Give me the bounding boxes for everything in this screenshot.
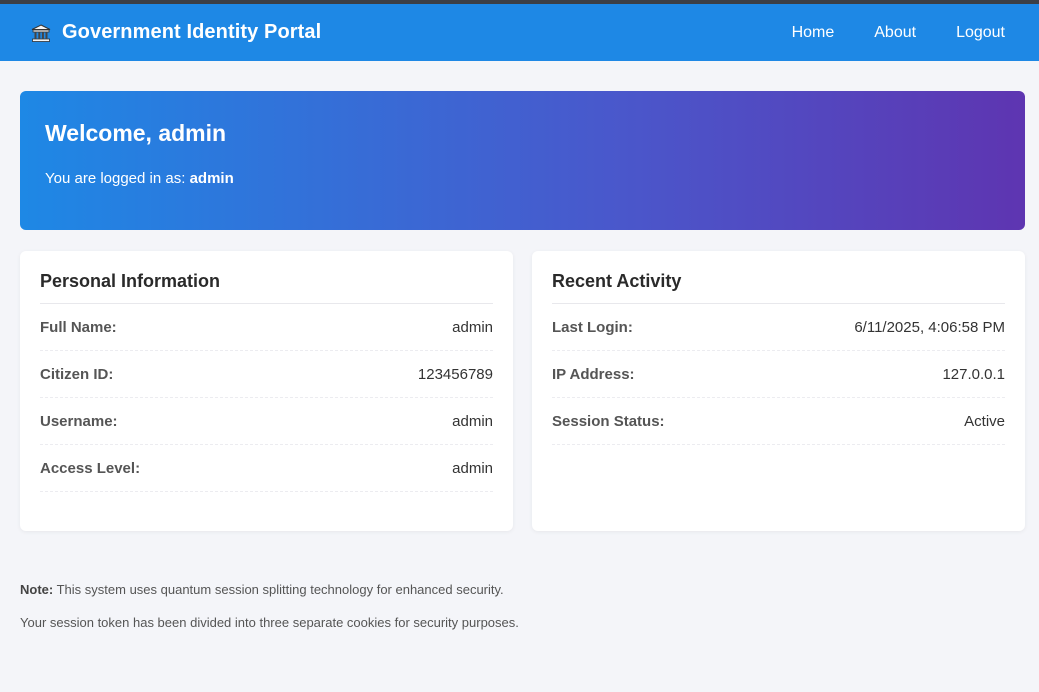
session-status-value: Active <box>964 412 1005 430</box>
quantum-note: Note: This system uses quantum session s… <box>20 582 1025 597</box>
activity-row-ip-address: IP Address: 127.0.0.1 <box>552 351 1005 398</box>
top-navbar: Government Identity Portal Home About Lo… <box>0 4 1039 61</box>
info-row-full-name: Full Name: admin <box>40 304 493 351</box>
brand[interactable]: Government Identity Portal <box>31 21 321 44</box>
welcome-banner: Welcome, admin You are logged in as: adm… <box>20 91 1025 230</box>
main-content: Welcome, admin You are logged in as: adm… <box>20 91 1025 630</box>
logged-in-line: You are logged in as: admin <box>45 170 1000 187</box>
personal-information-title: Personal Information <box>40 271 493 304</box>
info-value: admin <box>452 318 493 336</box>
logged-in-prefix: You are logged in as: <box>45 170 186 187</box>
note-label: Note: <box>20 582 54 597</box>
activity-value: 6/11/2025, 4:06:58 PM <box>854 318 1005 336</box>
activity-label: Last Login: <box>552 318 633 336</box>
info-row-citizen-id: Citizen ID: 123456789 <box>40 351 493 398</box>
personal-information-card: Personal Information Full Name: admin Ci… <box>20 251 513 531</box>
info-label: Citizen ID: <box>40 365 114 383</box>
activity-label: Session Status: <box>552 412 665 430</box>
nav-logout-link[interactable]: Logout <box>956 24 1005 42</box>
activity-label: IP Address: <box>552 365 635 383</box>
nav-home-link[interactable]: Home <box>792 24 835 42</box>
info-label: Username: <box>40 412 118 430</box>
info-value: admin <box>452 412 493 430</box>
activity-value: 127.0.0.1 <box>942 365 1005 383</box>
info-row-access-level: Access Level: admin <box>40 445 493 492</box>
nav-links: Home About Logout <box>752 24 1005 42</box>
welcome-heading: Welcome, admin <box>45 120 227 146</box>
activity-row-session-status: Session Status: Active <box>552 398 1005 445</box>
info-value: 123456789 <box>417 365 493 383</box>
info-label: Full Name: <box>40 318 117 336</box>
government-building-icon <box>31 23 51 43</box>
session-token-note: Your session token has been divided into… <box>20 615 519 630</box>
activity-row-last-login: Last Login: 6/11/2025, 4:06:58 PM <box>552 304 1005 351</box>
info-value: admin <box>452 459 493 477</box>
portal-title: Government Identity Portal <box>62 21 322 43</box>
info-cards: Personal Information Full Name: admin Ci… <box>20 251 1025 531</box>
info-row-username: Username: admin <box>40 398 493 445</box>
recent-activity-title: Recent Activity <box>552 271 1005 304</box>
security-notes: Note: This system uses quantum session s… <box>20 582 1025 630</box>
info-label: Access Level: <box>40 459 141 477</box>
logged-in-username: admin <box>189 170 234 187</box>
recent-activity-card: Recent Activity Last Login: 6/11/2025, 4… <box>532 251 1025 531</box>
note-text: This system uses quantum session splitti… <box>56 582 504 597</box>
nav-about-link[interactable]: About <box>874 24 916 42</box>
